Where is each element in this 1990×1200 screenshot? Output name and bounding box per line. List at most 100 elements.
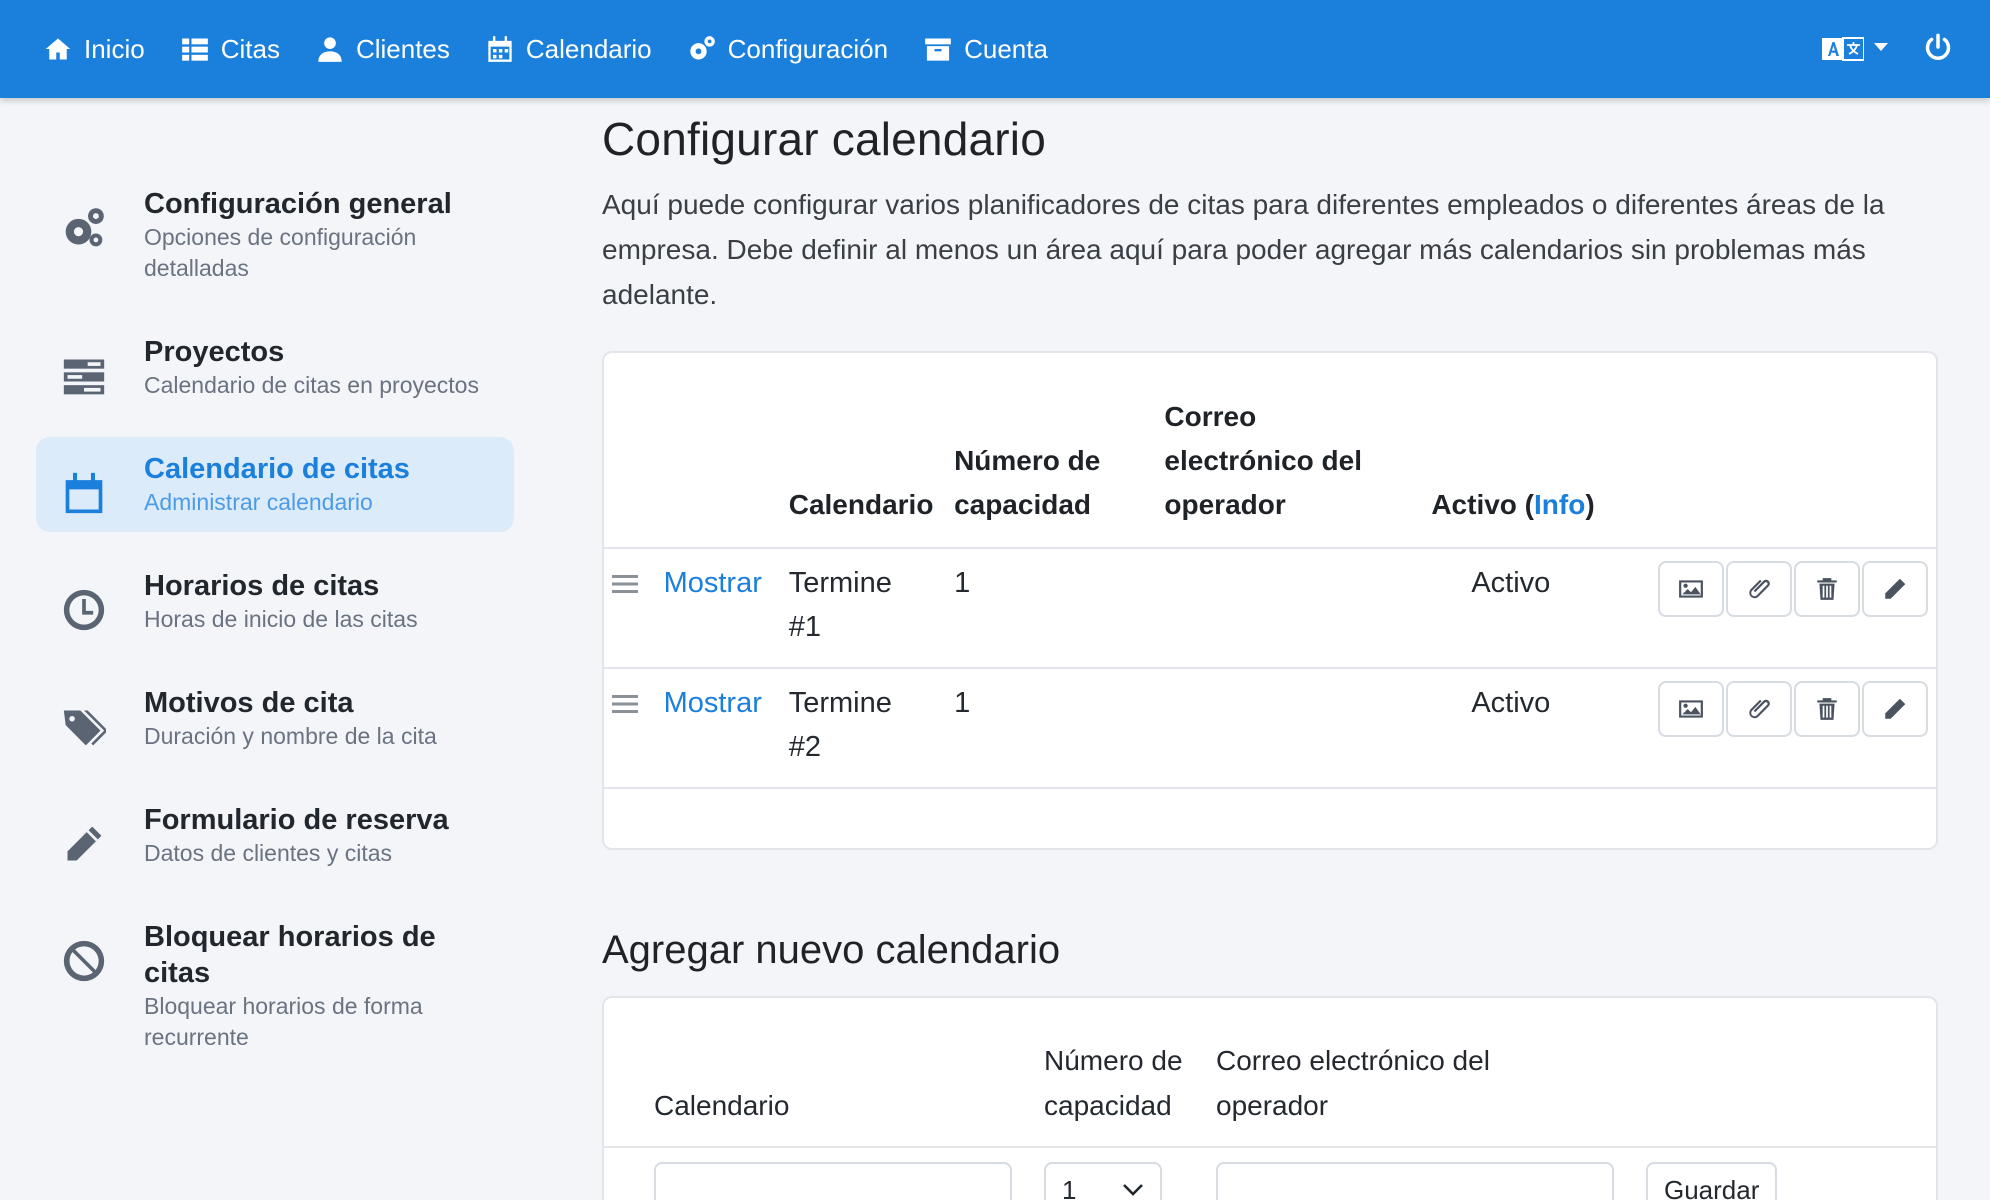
sidebar-item-title: Motivos de cita: [144, 687, 354, 719]
drag-handle-icon[interactable]: [604, 561, 650, 608]
sidebar-item-subtitle: Datos de clientes y citas: [144, 840, 393, 866]
paperclip-icon: [1749, 699, 1770, 719]
form-col-email: Correo electrónico del operador: [1216, 998, 1646, 1147]
calendar-name-cell: Termine #1: [788, 547, 955, 668]
nav-clientes-label: Clientes: [355, 33, 450, 64]
sidebar-item-subtitle: Duración y nombre de la cita: [144, 723, 437, 749]
chevron-down-icon: [1123, 1184, 1143, 1196]
email-cell: [1164, 667, 1432, 788]
ban-icon: [63, 940, 105, 982]
email-cell: [1164, 547, 1432, 668]
nav-calendario-label: Calendario: [525, 33, 652, 64]
pencil-icon: [67, 826, 102, 861]
gears-icon: [65, 208, 104, 247]
list-icon: [181, 38, 208, 61]
sidebar-item-title: Formulario de reserva: [144, 804, 449, 836]
main-content: Configurar calendario Aquí puede configu…: [602, 108, 1938, 1200]
calendar-name-input[interactable]: [654, 1162, 1012, 1200]
nav-cuenta-label: Cuenta: [964, 33, 1048, 64]
col-header-calendar: Calendario: [788, 489, 934, 520]
clock-icon: [63, 589, 105, 631]
sidebar-item-bloquear-horarios[interactable]: Bloquear horarios de citas Bloquear hora…: [36, 905, 514, 1067]
user-icon: [318, 37, 342, 62]
calendar-name: Termine #2: [788, 687, 892, 763]
calendar-icon: [488, 36, 512, 62]
nav-configuracion[interactable]: Configuración: [688, 0, 888, 98]
sidebar-item-proyectos[interactable]: Proyectos Calendario de citas en proyect…: [36, 320, 514, 415]
calendars-table: Calendario Número de capacidad Correo el…: [604, 353, 1936, 848]
show-link[interactable]: Mostrar: [664, 567, 762, 599]
calendars-table-card: Calendario Número de capacidad Correo el…: [602, 351, 1938, 850]
capacity-cell: 1: [954, 667, 1165, 788]
row-actions: [1658, 561, 1936, 617]
paperclip-icon: [1749, 579, 1770, 599]
pencil-icon: [1885, 578, 1906, 599]
delete-button[interactable]: [1794, 561, 1860, 617]
language-dropdown[interactable]: [1822, 35, 1888, 63]
form-col-capacity: Número de capacidad: [1044, 998, 1216, 1147]
server-icon: [63, 359, 105, 395]
calendar-name-cell: Termine #2: [788, 667, 955, 788]
nav-citas[interactable]: Citas: [181, 0, 280, 98]
table-row: Mostrar Termine #1 1 Activo: [604, 547, 1936, 668]
active-info-link[interactable]: Info: [1534, 489, 1585, 520]
chevron-down-icon: [1874, 43, 1888, 51]
sidebar-item-motivos-de-cita[interactable]: Motivos de cita Duración y nombre de la …: [36, 671, 514, 766]
sidebar-item-title: Configuración general: [144, 188, 452, 220]
nav-clientes[interactable]: Clientes: [316, 0, 450, 98]
table-header-row: Calendario Número de capacidad Correo el…: [604, 353, 1936, 548]
form-header-row: Calendario Número de capacidad Correo el…: [604, 998, 1936, 1147]
form-col-calendar: Calendario: [654, 1090, 790, 1121]
edit-button[interactable]: [1862, 561, 1928, 617]
sidebar-item-subtitle: Administrar calendario: [144, 489, 373, 515]
nav-configuracion-label: Configuración: [727, 33, 889, 64]
edit-button[interactable]: [1862, 681, 1928, 737]
logout-button[interactable]: [1924, 33, 1952, 66]
active-cell: Activo: [1431, 547, 1658, 668]
nav-inicio-label: Inicio: [84, 33, 145, 64]
settings-sidebar: Configuración general Opciones de config…: [36, 172, 514, 1089]
sidebar-item-formulario-de-reserva[interactable]: Formulario de reserva Datos de clientes …: [36, 788, 514, 883]
show-link[interactable]: Mostrar: [664, 687, 762, 719]
col-header-active: Activo (Info): [1431, 353, 1658, 548]
attachment-button[interactable]: [1726, 561, 1792, 617]
nav-citas-label: Citas: [220, 33, 280, 64]
add-calendar-card: Calendario Número de capacidad Correo el…: [602, 996, 1938, 1200]
capacity-select-value: 1: [1062, 1174, 1077, 1200]
sidebar-item-configuracion-general[interactable]: Configuración general Opciones de config…: [36, 172, 514, 298]
table-footer-row: [604, 787, 1936, 848]
archive-icon: [925, 38, 951, 61]
nav-cuenta[interactable]: Cuenta: [924, 0, 1048, 98]
operator-email-input[interactable]: [1216, 1162, 1614, 1200]
table-row: Mostrar Termine #2 1 Activo: [604, 667, 1936, 788]
col-header-capacity: Número de capacidad: [954, 445, 1101, 520]
image-button[interactable]: [1658, 561, 1724, 617]
sidebar-item-calendario-de-citas[interactable]: Calendario de citas Administrar calendar…: [36, 437, 514, 532]
page-title: Configurar calendario: [602, 113, 1047, 165]
capacity-cell: 1: [954, 547, 1165, 668]
calendar-name: Termine #1: [788, 567, 892, 643]
delete-button[interactable]: [1794, 681, 1860, 737]
attachment-button[interactable]: [1726, 681, 1792, 737]
sidebar-item-subtitle: Opciones de configuración detalladas: [144, 224, 417, 281]
sidebar-item-title: Calendario de citas: [144, 453, 410, 485]
drag-handle-icon[interactable]: [604, 681, 650, 728]
top-navbar: Inicio Citas Clientes Calendario Configu…: [0, 0, 1990, 98]
tags-icon: [63, 710, 106, 746]
nav-inicio[interactable]: Inicio: [44, 0, 145, 98]
trash-icon: [1817, 578, 1837, 600]
add-calendar-form: Calendario Número de capacidad Correo el…: [604, 998, 1936, 1200]
nav-right-group: [1822, 0, 1952, 98]
nav-calendario[interactable]: Calendario: [486, 0, 652, 98]
sidebar-item-subtitle: Horas de inicio de las citas: [144, 606, 418, 632]
gears-icon: [689, 36, 715, 60]
trash-icon: [1817, 698, 1837, 720]
sidebar-item-horarios-de-citas[interactable]: Horarios de citas Horas de inicio de las…: [36, 554, 514, 649]
capacity-select[interactable]: 1: [1044, 1162, 1162, 1200]
save-button[interactable]: Guardar: [1646, 1162, 1778, 1200]
translate-icon: [1822, 37, 1864, 61]
home-icon: [45, 38, 71, 60]
sidebar-item-title: Proyectos: [144, 336, 285, 368]
sidebar-item-subtitle: Bloquear horarios de forma recurrente: [144, 993, 423, 1050]
image-button[interactable]: [1658, 681, 1724, 737]
